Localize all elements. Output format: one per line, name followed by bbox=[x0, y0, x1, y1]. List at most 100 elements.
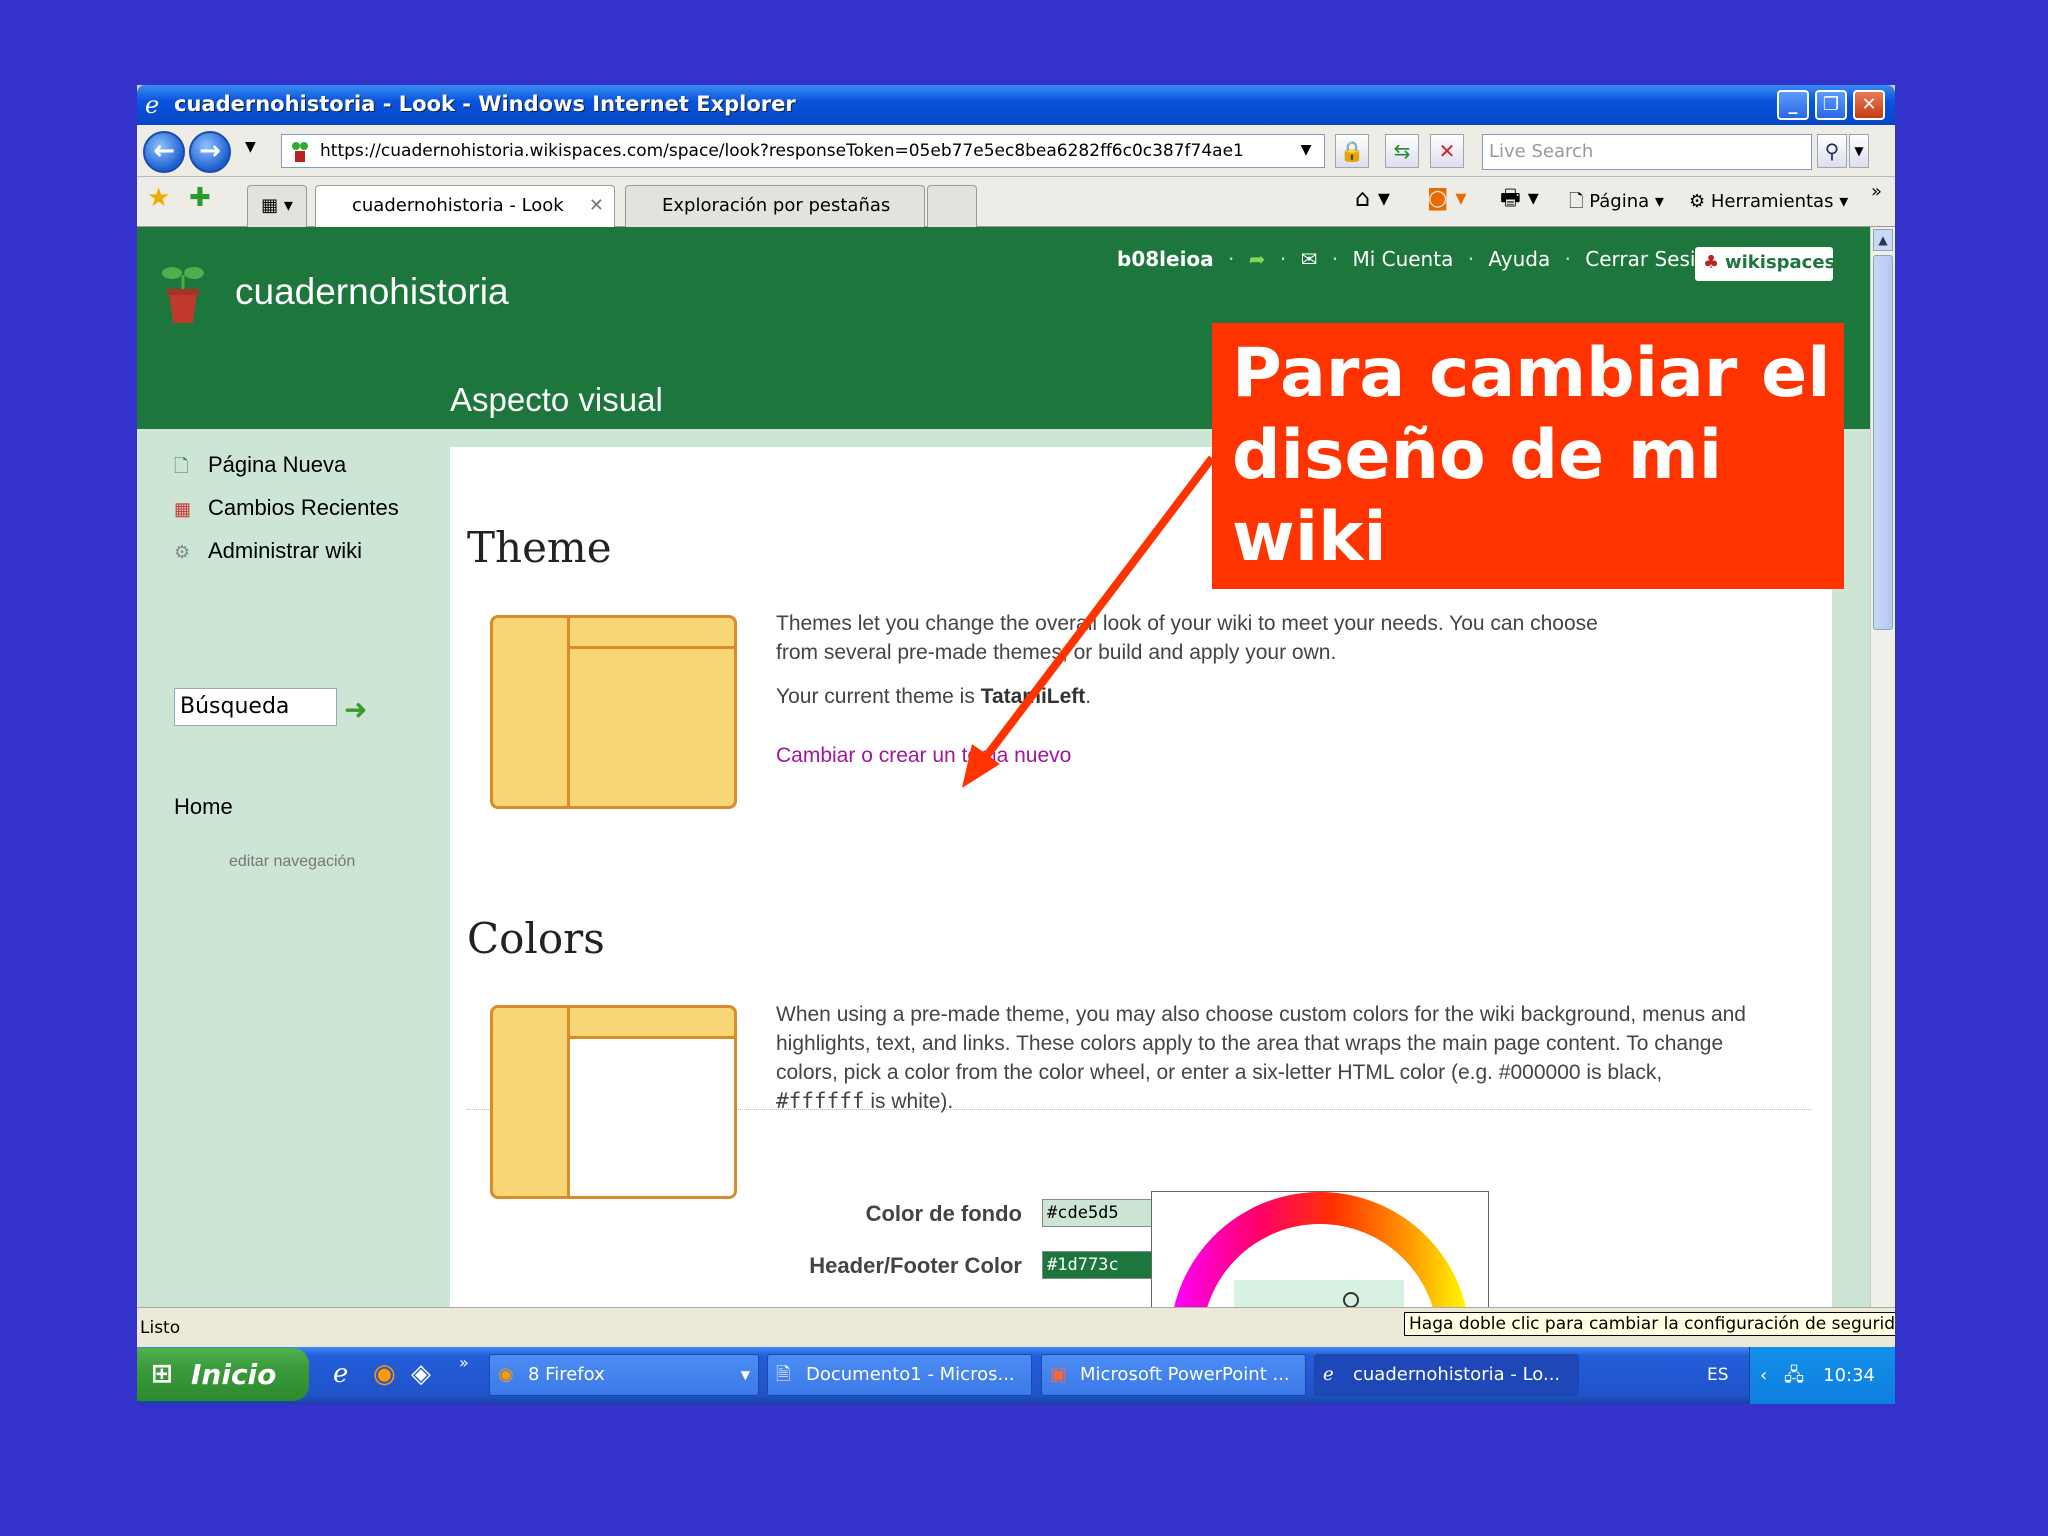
tab-close-icon[interactable]: ✕ bbox=[589, 186, 604, 226]
change-theme-link[interactable]: Cambiar o crear un tema nuevo bbox=[776, 741, 1071, 770]
quick-tabs-button[interactable]: ▦ ▾ bbox=[247, 185, 307, 227]
page-menu-label: Página bbox=[1589, 191, 1650, 212]
taskbar-item-firefox[interactable]: ◉ 8 Firefox ▼ bbox=[489, 1354, 759, 1396]
sidebar-item-new-page[interactable]: 🗋 Página Nueva bbox=[174, 452, 346, 484]
change-theme-link-label: Cambiar o crear un tema nuevo bbox=[776, 744, 1072, 767]
colors-description: When using a pre-made theme, you may als… bbox=[776, 1000, 1746, 1116]
current-theme-suffix: . bbox=[1085, 685, 1092, 708]
sidebar-search-input[interactable]: Búsqueda bbox=[174, 688, 337, 726]
sidebar-item-label: Página Nueva bbox=[208, 452, 347, 477]
history-dropdown-icon[interactable]: ▼ bbox=[245, 139, 256, 155]
quicklaunch-firefox-icon[interactable]: ◉ bbox=[373, 1359, 396, 1389]
current-theme-name: TatamiLeft bbox=[980, 685, 1086, 708]
colors-heading: Colors bbox=[467, 914, 605, 963]
favorites-star-icon[interactable]: ★ bbox=[147, 185, 170, 211]
page-title: Aspecto visual bbox=[450, 381, 663, 418]
ie-window: e cuadernohistoria - Look - Windows Inte… bbox=[137, 85, 1895, 1404]
sidebar-item-manage-wiki[interactable]: ⚙ Administrar wiki bbox=[174, 538, 362, 564]
address-toolbar: ← → ▼ https://cuadernohistoria.wikispace… bbox=[137, 125, 1895, 177]
page-menu[interactable]: 🗋 Página ▾ bbox=[1569, 189, 1664, 215]
sidebar-item-home[interactable]: Home bbox=[174, 794, 233, 820]
quicklaunch-ie-icon[interactable]: ℯ bbox=[333, 1359, 348, 1389]
header-footer-color-label: Header/Footer Color bbox=[809, 1253, 1022, 1278]
taskbar-item-ie[interactable]: ℯ cuadernohistoria - Lo... bbox=[1314, 1354, 1579, 1396]
address-dropdown-icon[interactable]: ▼ bbox=[1289, 134, 1323, 168]
security-tooltip: Haga doble clic para cambiar la configur… bbox=[1404, 1312, 1895, 1336]
ie-icon: ℯ bbox=[1323, 1364, 1334, 1385]
clock: 10:34 bbox=[1823, 1365, 1875, 1386]
network-icon[interactable]: 🖧 bbox=[1784, 1347, 1804, 1404]
taskbar-item-label: Microsoft PowerPoint ... bbox=[1080, 1364, 1290, 1385]
close-button[interactable]: ✕ bbox=[1853, 90, 1885, 120]
theme-preview-image bbox=[490, 615, 737, 809]
search-options-icon[interactable]: ▼ bbox=[1849, 134, 1869, 168]
address-input[interactable]: https://cuadernohistoria.wikispaces.com/… bbox=[281, 134, 1325, 168]
tab-look[interactable]: cuadernohistoria - Look ✕ bbox=[315, 185, 615, 227]
callout-line: diseño de mi bbox=[1232, 416, 1723, 495]
print-icon[interactable]: 🖶 ▾ bbox=[1500, 186, 1539, 212]
callout-line: wiki bbox=[1232, 498, 1387, 577]
sidebar-item-recent-changes[interactable]: ▦ Cambios Recientes bbox=[174, 495, 399, 521]
system-tray: ‹ 🖧 10:34 bbox=[1749, 1347, 1895, 1404]
mail-icon[interactable]: ✉ bbox=[1301, 247, 1318, 271]
quicklaunch-other-icon[interactable]: ◈ bbox=[411, 1359, 431, 1389]
title-bar: e cuadernohistoria - Look - Windows Inte… bbox=[137, 85, 1895, 125]
lock-icon[interactable]: 🔒 bbox=[1335, 134, 1369, 168]
wikispaces-badge[interactable]: ♣ wikispaces bbox=[1695, 247, 1835, 281]
user-links: b08leioa · ➦ · ✉ · Mi Cuenta · Ayuda · C… bbox=[1117, 247, 1721, 271]
site-name[interactable]: cuadernohistoria bbox=[235, 271, 509, 313]
share-icon[interactable]: ➦ bbox=[1249, 247, 1266, 271]
toolbar-overflow-icon[interactable]: » bbox=[1871, 179, 1882, 205]
group-dropdown-icon: ▼ bbox=[740, 1368, 750, 1382]
tools-menu[interactable]: ⚙ Herramientas ▾ bbox=[1689, 189, 1848, 215]
taskbar-item-word[interactable]: 🗎 Documento1 - Micros... bbox=[767, 1354, 1032, 1396]
language-indicator[interactable]: ES bbox=[1707, 1347, 1729, 1404]
ie-logo-icon: e bbox=[145, 91, 159, 117]
vertical-scrollbar[interactable]: ▲ ▼ bbox=[1870, 227, 1895, 1392]
forward-button[interactable]: → bbox=[189, 131, 231, 173]
new-tab-button[interactable] bbox=[927, 185, 977, 227]
feeds-icon[interactable]: ◙ ▾ bbox=[1427, 186, 1466, 212]
colors-preview-image bbox=[490, 1005, 737, 1199]
tab-label: cuadernohistoria - Look bbox=[352, 195, 564, 216]
new-page-icon: 🗋 bbox=[174, 456, 189, 476]
quicklaunch-more-icon[interactable]: » bbox=[459, 1353, 469, 1372]
bg-color-label: Color de fondo bbox=[865, 1201, 1022, 1226]
colors-desc-line: highlights, text, and links. These color… bbox=[776, 1032, 1724, 1055]
search-icon[interactable]: ⚲ bbox=[1817, 134, 1847, 168]
current-theme-text: Your current theme is TatamiLeft. bbox=[776, 682, 1091, 711]
tab-exploracion[interactable]: Exploración por pestañas bbox=[625, 185, 925, 227]
stop-icon[interactable]: ✕ bbox=[1430, 134, 1464, 168]
theme-desc-line: Themes let you change the overall look o… bbox=[776, 612, 1598, 635]
back-button[interactable]: ← bbox=[143, 131, 185, 173]
home-icon[interactable]: ⌂ ▾ bbox=[1355, 185, 1390, 211]
start-button[interactable]: ⊞ Inicio bbox=[137, 1348, 309, 1401]
scroll-thumb[interactable] bbox=[1873, 255, 1893, 630]
taskbar: ⊞ Inicio ℯ ◉ ◈ » ◉ 8 Firefox ▼ 🗎 Documento1… bbox=[137, 1347, 1895, 1404]
search-input[interactable]: Live Search bbox=[1482, 134, 1812, 170]
help-link[interactable]: Ayuda bbox=[1488, 247, 1550, 271]
search-go-arrow-icon[interactable]: ➜ bbox=[344, 693, 367, 726]
taskbar-item-label: cuadernohistoria - Lo... bbox=[1353, 1364, 1561, 1385]
tab-label: Exploración por pestañas bbox=[662, 195, 891, 216]
svg-text:e: e bbox=[145, 91, 159, 117]
powerpoint-icon: ▣ bbox=[1050, 1364, 1068, 1385]
account-link[interactable]: Mi Cuenta bbox=[1352, 247, 1453, 271]
add-favorites-icon[interactable]: ✚ bbox=[189, 185, 211, 211]
scroll-up-icon[interactable]: ▲ bbox=[1873, 229, 1893, 251]
tray-expand-icon[interactable]: ‹ bbox=[1760, 1347, 1767, 1404]
white-code: #ffffff bbox=[776, 1089, 865, 1113]
minimize-button[interactable]: _ bbox=[1777, 90, 1809, 120]
taskbar-item-powerpoint[interactable]: ▣ Microsoft PowerPoint ... bbox=[1041, 1354, 1306, 1396]
refresh-icon[interactable]: ⇆ bbox=[1385, 134, 1419, 168]
sidebar-item-label: Administrar wiki bbox=[208, 538, 363, 563]
theme-description: Themes let you change the overall look o… bbox=[776, 609, 1598, 667]
word-icon: 🗎 bbox=[776, 1364, 791, 1385]
edit-navigation-link[interactable]: editar navegación bbox=[229, 853, 355, 871]
user-link[interactable]: b08leioa bbox=[1117, 247, 1214, 271]
current-theme-prefix: Your current theme is bbox=[776, 685, 981, 708]
tools-menu-label: Herramientas bbox=[1710, 191, 1834, 212]
colors-desc-line: #ffffff is white). bbox=[776, 1087, 1746, 1116]
firefox-icon: ◉ bbox=[498, 1364, 514, 1385]
maximize-button[interactable]: ❐ bbox=[1815, 90, 1847, 120]
